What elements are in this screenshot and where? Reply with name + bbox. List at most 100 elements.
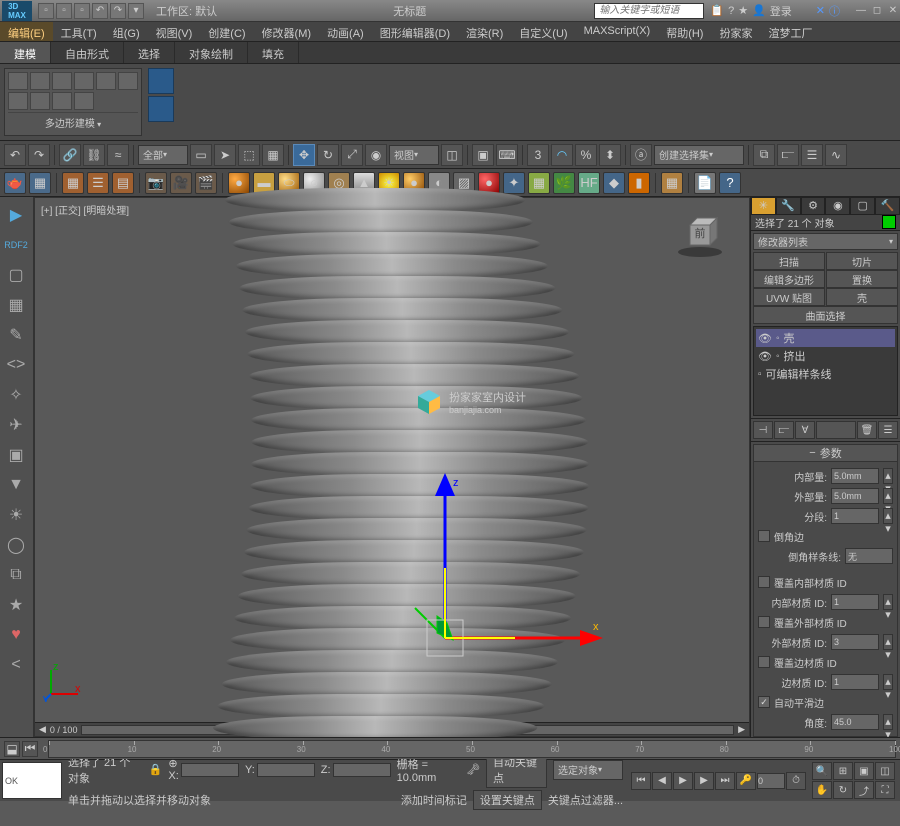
subobj-border-icon[interactable] <box>52 72 72 90</box>
outid-spinner[interactable]: 3 <box>831 634 879 650</box>
overedgeid-check[interactable] <box>758 656 770 668</box>
tab-display-icon[interactable]: ▢ <box>850 197 875 215</box>
setkey-btn[interactable]: 设置关键点 <box>473 790 542 810</box>
mod-icon[interactable] <box>118 72 138 90</box>
camera-icon[interactable]: ◯ <box>2 531 30 559</box>
image-icon[interactable]: ▢ <box>2 261 30 289</box>
layers2-icon[interactable]: ▤ <box>112 172 134 194</box>
overoutid-check[interactable] <box>758 616 770 628</box>
zoom-icon[interactable]: 🔍 <box>812 762 832 780</box>
star-icon[interactable]: ★ <box>738 4 748 17</box>
subobj-vertex-icon[interactable] <box>8 72 28 90</box>
menu-item[interactable]: 工具(T) <box>53 22 105 41</box>
menu-item[interactable]: 动画(A) <box>319 22 372 41</box>
outer-spinner[interactable]: 5.0mm <box>831 488 879 504</box>
tab-hierarchy-icon[interactable]: ⚙ <box>801 197 826 215</box>
snappercent-icon[interactable]: % <box>575 144 597 166</box>
move-icon[interactable]: ✥ <box>293 144 315 166</box>
x-input[interactable] <box>181 763 239 777</box>
goto-end-icon[interactable]: ⏭ <box>715 772 735 790</box>
tab-utility-icon[interactable]: 🔨 <box>875 197 900 215</box>
place-icon[interactable]: ◉ <box>365 144 387 166</box>
mod-icon[interactable] <box>52 92 72 110</box>
autosmooth-check[interactable] <box>758 696 770 708</box>
prev-key-icon[interactable]: ◀ <box>652 772 672 790</box>
menu-item[interactable]: MAXScript(X) <box>576 22 659 41</box>
gem-icon[interactable]: ◆ <box>603 172 625 194</box>
mod-btn[interactable]: 切片 <box>826 252 898 270</box>
viewcube[interactable]: 前 <box>675 210 725 260</box>
share-icon[interactable]: < <box>2 651 30 679</box>
timeconfig2-icon[interactable]: ⏮ <box>22 741 38 757</box>
menu-item[interactable]: 视图(V) <box>148 22 201 41</box>
filter-icon[interactable]: ▼ <box>2 471 30 499</box>
teapot-icon[interactable]: 🫖 <box>4 172 26 194</box>
selection-filter[interactable]: 全部 <box>138 145 188 165</box>
qat-redo-icon[interactable]: ↷ <box>110 3 126 19</box>
maxview-icon[interactable]: ⛶ <box>875 781 895 799</box>
mod-btn[interactable]: 扫描 <box>753 252 825 270</box>
code-icon[interactable]: <> <box>2 351 30 379</box>
inid-spinner[interactable]: 1 <box>831 594 879 610</box>
manip-icon[interactable]: ▣ <box>472 144 494 166</box>
vis-icon[interactable]: 👁 <box>758 332 772 345</box>
menu-item[interactable]: 渲染(R) <box>458 22 511 41</box>
qat-new-icon[interactable]: ▫ <box>38 3 54 19</box>
timeline[interactable]: ⬓⏮ 0102030405060708090100 <box>0 737 900 759</box>
z-input[interactable] <box>333 763 391 777</box>
tab-paint[interactable]: 对象绘制 <box>175 42 248 63</box>
zoomall-icon[interactable]: ⊞ <box>833 762 853 780</box>
mirror-icon[interactable]: ⧉ <box>753 144 775 166</box>
walk-icon[interactable]: ⤴ <box>854 781 874 799</box>
zoomext-icon[interactable]: ▣ <box>854 762 874 780</box>
grid-icon[interactable]: ▦ <box>62 172 84 194</box>
region-icon[interactable]: ⬚ <box>238 144 260 166</box>
menu-item[interactable]: 图形编辑器(D) <box>372 22 458 41</box>
qat-open-icon[interactable]: ▫ <box>56 3 72 19</box>
pivot-icon[interactable]: ◫ <box>441 144 463 166</box>
mod-icon[interactable] <box>30 92 50 110</box>
overinid-check[interactable] <box>758 576 770 588</box>
info-icon[interactable]: ⓘ <box>829 3 840 19</box>
ref-coord[interactable]: 视图 <box>389 145 439 165</box>
menu-item[interactable]: 帮助(H) <box>658 22 711 41</box>
tab-modeling[interactable]: 建模 <box>0 42 51 63</box>
edgeid-spinner[interactable]: 1 <box>831 674 879 690</box>
cursor-icon[interactable]: ➤ <box>214 144 236 166</box>
tab-modify-icon[interactable]: 🔧 <box>776 197 801 215</box>
show-icon[interactable]: ⫍ <box>774 421 794 439</box>
rdf-label[interactable]: RDF2 <box>2 231 30 259</box>
menu-item[interactable]: 自定义(U) <box>511 22 575 41</box>
mod-btn[interactable]: 编辑多边形 <box>753 270 825 288</box>
tab-freeform[interactable]: 自由形式 <box>51 42 124 63</box>
tool-icon[interactable]: 📋 <box>710 4 724 17</box>
seg-spinner[interactable]: 1 <box>831 508 879 524</box>
plane-icon[interactable]: ✈ <box>2 411 30 439</box>
y-input[interactable] <box>257 763 315 777</box>
rotate-icon[interactable]: ↻ <box>317 144 339 166</box>
timeconfig-icon[interactable]: ⬓ <box>4 741 20 757</box>
goto-start-icon[interactable]: ⏮ <box>631 772 651 790</box>
scale-icon[interactable]: ⤢ <box>341 144 363 166</box>
modifier-list[interactable]: 修改器列表 <box>753 233 898 250</box>
subobj-edge-icon[interactable] <box>30 72 50 90</box>
config-icon[interactable]: ☰ <box>878 421 898 439</box>
fov-icon[interactable]: ◫ <box>875 762 895 780</box>
menu-item[interactable]: 修改器(M) <box>254 22 320 41</box>
play-icon[interactable]: ▶ <box>673 772 693 790</box>
unlink-icon[interactable]: ⛓ <box>83 144 105 166</box>
ribbon-icon[interactable] <box>148 96 174 122</box>
named-sel-set[interactable]: 创建选择集 <box>654 145 744 165</box>
tab-populate[interactable]: 填充 <box>248 42 299 63</box>
pin-icon[interactable]: ⊣ <box>753 421 773 439</box>
window-icon[interactable]: ▦ <box>262 144 284 166</box>
menu-item[interactable]: 组(G) <box>105 22 148 41</box>
user-icon[interactable]: 👤 <box>752 4 766 17</box>
named-sel-icon[interactable]: ⓐ <box>630 144 652 166</box>
chamfer-btn[interactable]: 无 <box>845 548 893 564</box>
mod-btn[interactable]: 壳 <box>826 288 898 306</box>
qat-save-icon[interactable]: ▫ <box>74 3 90 19</box>
grid-icon[interactable]: ▦ <box>2 291 30 319</box>
status-ok[interactable] <box>2 762 62 799</box>
minimize-button[interactable]: — <box>854 4 868 18</box>
